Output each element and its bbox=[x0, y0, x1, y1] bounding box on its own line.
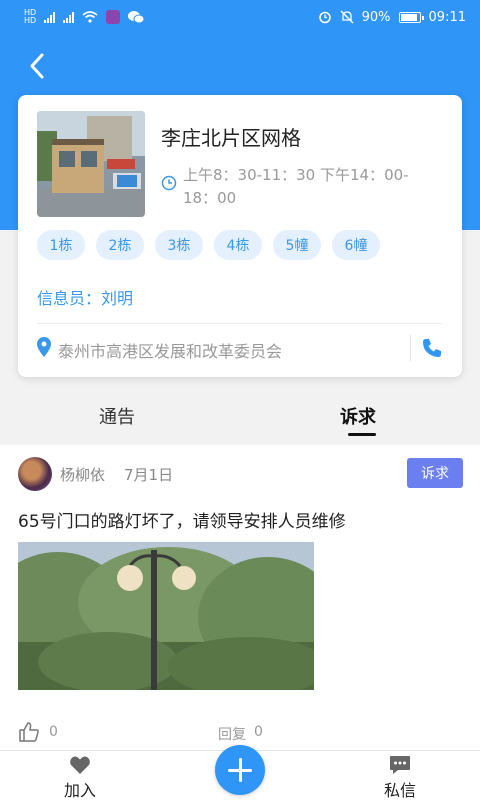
status-bar: HD HD 90% 09:11 bbox=[0, 0, 480, 34]
signal-icon bbox=[44, 11, 56, 23]
card-divider bbox=[37, 323, 442, 324]
alarm-icon bbox=[318, 11, 331, 24]
office-hours: 上午8：30-11：30 下午14：00-18：00 bbox=[183, 166, 409, 207]
clock-icon bbox=[161, 175, 177, 191]
avatar[interactable] bbox=[18, 457, 52, 491]
heart-icon bbox=[70, 756, 90, 774]
nav-join-label: 加入 bbox=[63, 781, 96, 800]
post-date: 7月1日 bbox=[124, 466, 174, 484]
screen: HD HD 90% 09:11 李庄北片区网格 上午8：30-11：30 下午1… bbox=[0, 0, 480, 800]
tab-notice[interactable]: 通告 bbox=[99, 403, 135, 429]
post-author: 杨柳依 bbox=[60, 466, 106, 484]
building-tag[interactable]: 3栋 bbox=[155, 230, 203, 260]
wifi-icon bbox=[82, 11, 98, 23]
building-tag[interactable]: 1栋 bbox=[37, 230, 85, 260]
grid-address: 泰州市高港区发展和改革委员会 bbox=[58, 342, 283, 361]
like-icon[interactable] bbox=[18, 721, 40, 743]
info-officer: 信息员：刘明 bbox=[37, 289, 134, 308]
post-photo[interactable] bbox=[18, 542, 314, 690]
add-post-button[interactable] bbox=[215, 745, 265, 795]
content-tabs: 通告 诉求 bbox=[0, 395, 480, 443]
like-count: 0 bbox=[49, 724, 58, 740]
address-separator bbox=[410, 335, 411, 361]
building-tags: 1栋 2栋 3栋 4栋 5幢 6幢 bbox=[37, 230, 380, 260]
grid-title: 李庄北片区网格 bbox=[161, 126, 301, 150]
status-left: HD HD bbox=[24, 8, 145, 25]
building-tag[interactable]: 4栋 bbox=[214, 230, 262, 260]
location-pin-icon bbox=[37, 337, 51, 357]
nav-join-button[interactable]: 加入 bbox=[40, 751, 120, 800]
phone-icon[interactable] bbox=[421, 337, 443, 359]
nav-messages-label: 私信 bbox=[383, 781, 416, 800]
appeal-post: 杨柳依 7月1日 诉求 65号门口的路灯坏了，请领导安排人员维修 0 回复 0 bbox=[0, 445, 480, 757]
app-notification-icon bbox=[106, 10, 121, 24]
grid-photo bbox=[37, 111, 145, 217]
reply-label[interactable]: 回复 bbox=[218, 724, 246, 744]
status-time: 09:11 bbox=[428, 9, 466, 25]
active-tab-indicator bbox=[348, 433, 376, 436]
nav-messages-button[interactable]: 私信 bbox=[360, 751, 440, 800]
wechat-icon bbox=[128, 11, 145, 24]
tab-appeal[interactable]: 诉求 bbox=[340, 403, 376, 429]
building-tag[interactable]: 6幢 bbox=[332, 230, 380, 260]
post-text: 65号门口的路灯坏了，请领导安排人员维修 bbox=[18, 512, 346, 532]
building-tag[interactable]: 2栋 bbox=[96, 230, 144, 260]
signal-icon-2 bbox=[63, 11, 75, 23]
battery-icon bbox=[398, 11, 424, 23]
battery-percent: 90% bbox=[361, 9, 391, 25]
grid-info-card: 李庄北片区网格 上午8：30-11：30 下午14：00-18：00 1栋 2栋… bbox=[18, 95, 462, 377]
building-tag[interactable]: 5幢 bbox=[273, 230, 321, 260]
back-icon[interactable] bbox=[24, 50, 54, 82]
hd-icon: HD HD bbox=[24, 8, 37, 25]
message-icon bbox=[390, 756, 410, 774]
mute-icon bbox=[340, 10, 354, 24]
reply-count: 0 bbox=[254, 724, 263, 740]
status-right: 90% 09:11 bbox=[318, 10, 466, 25]
post-type-badge: 诉求 bbox=[407, 458, 463, 488]
